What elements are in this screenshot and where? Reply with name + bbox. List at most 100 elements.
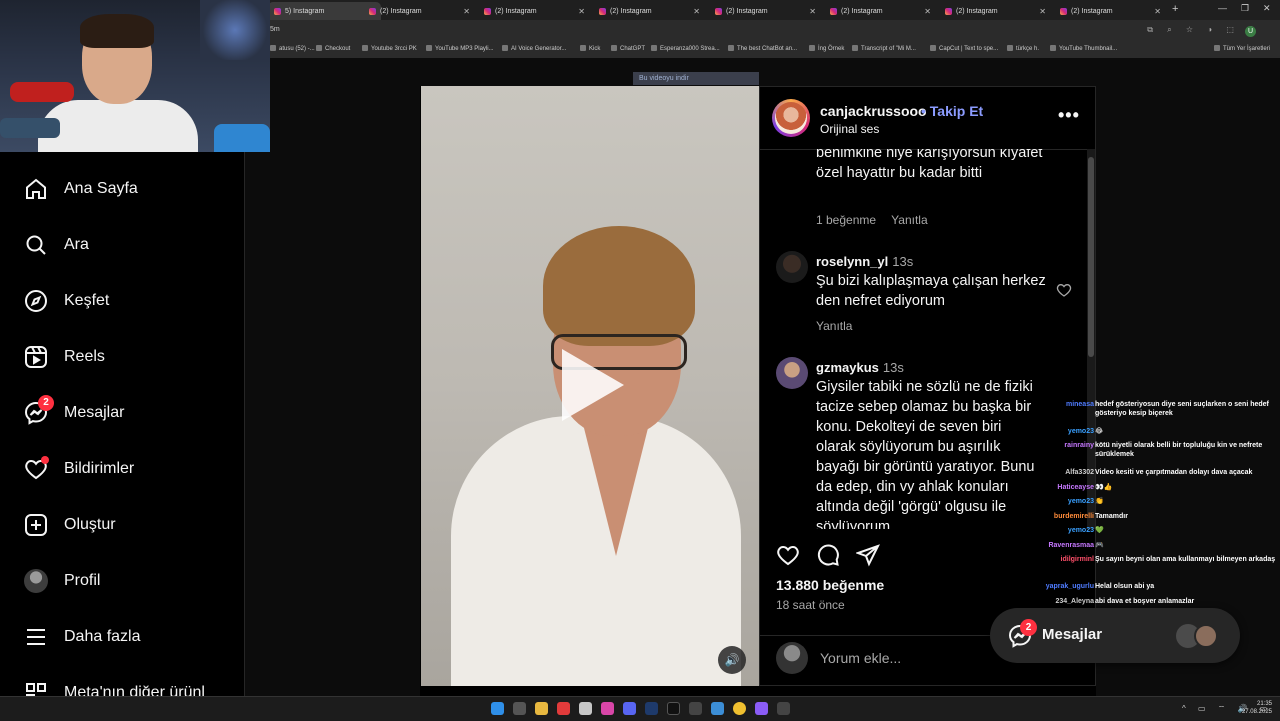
like-icon[interactable] [776, 543, 800, 567]
bookmark[interactable]: Youtube 3rcci PK [362, 45, 417, 52]
file-explorer-icon[interactable] [535, 702, 548, 715]
browser-tab[interactable]: (2) Instagram ✕ [939, 2, 1052, 20]
messages-button[interactable]: 2 Mesajlar [990, 608, 1240, 663]
app-icon[interactable] [601, 702, 614, 715]
app-icon[interactable] [777, 702, 790, 715]
avatar[interactable] [776, 357, 808, 389]
play-icon[interactable] [562, 349, 624, 421]
bookmark[interactable]: Kick [580, 45, 600, 52]
browser-tab[interactable]: (2) Instagram ✕ [709, 2, 822, 20]
compass-icon [24, 289, 48, 313]
download-video-banner[interactable]: Bu videoyu indir [633, 72, 759, 85]
instagram-icon [274, 7, 281, 15]
close-icon[interactable]: ✕ [578, 7, 585, 16]
chat-text: 👏 [1095, 498, 1104, 505]
chrome-icon[interactable] [733, 702, 746, 715]
like-comment-icon[interactable] [1056, 282, 1072, 298]
close-icon[interactable]: ✕ [809, 7, 816, 16]
browser-tab[interactable]: (2) Instagram ✕ [1054, 2, 1167, 20]
avatar[interactable] [776, 251, 808, 283]
bookmark[interactable]: İng Örnek [809, 45, 844, 52]
bookmark[interactable]: CapCut | Text to spe... [930, 45, 998, 52]
avatar [24, 569, 48, 593]
chat-text: 👀👍 [1095, 484, 1113, 491]
nav-item-more[interactable]: Daha fazla [24, 622, 141, 652]
maximize-icon[interactable]: ❐ [1241, 3, 1249, 14]
bookmark[interactable]: AI Voice Generator... [502, 45, 566, 52]
tiktok-icon[interactable] [667, 702, 680, 715]
toolbar-icons[interactable]: ⧉ ⌕ ☆ ◑ ⬚ ⚲ [1147, 25, 1260, 35]
comment-username[interactable]: roselynn_yl 13s [816, 254, 913, 269]
close-icon[interactable]: ✕ [463, 7, 470, 16]
nav-item-messages[interactable]: 2 Mesajlar [24, 395, 124, 428]
chat-text: Video kesiti ve çarpıtmadan dolayı dava … [1095, 469, 1253, 476]
windows-taskbar: ^ ▭ ⌔ 🔊 ▭ 21:35 27.08.2025 [0, 696, 1280, 721]
nav-item-home[interactable]: Ana Sayfa [24, 174, 138, 204]
app-icon[interactable] [755, 702, 768, 715]
windows-start-icon[interactable] [491, 702, 504, 715]
app-icon[interactable] [645, 702, 658, 715]
menu-icon [24, 625, 48, 649]
reply-button[interactable]: Yanıtla [891, 213, 927, 227]
post-timestamp: 18 saat önce [776, 598, 845, 612]
microphone [10, 82, 74, 102]
follow-button[interactable]: • Takip Et [921, 103, 983, 119]
comment-text: Giysiler tabiki ne sözlü ne de fiziki ta… [816, 379, 1035, 529]
browser-profile-avatar[interactable]: U [1245, 26, 1256, 37]
nav-item-search[interactable]: Ara [24, 230, 89, 260]
bookmark[interactable]: türkçe h. [1007, 45, 1039, 52]
app-icon[interactable] [557, 702, 570, 715]
messenger-icon: 2 [24, 395, 54, 425]
share-icon[interactable] [856, 543, 880, 567]
bookmark[interactable]: The best ChatBot an... [728, 45, 797, 52]
avatar[interactable] [772, 99, 810, 137]
nav-item-reels[interactable]: Reels [24, 342, 105, 372]
browser-tab[interactable]: (2) Instagram ✕ [363, 2, 476, 20]
avatar [776, 642, 808, 674]
app-icon[interactable] [689, 702, 702, 715]
bookmark[interactable]: atusu (52) -... [270, 45, 315, 52]
browser-tab[interactable]: (2) Instagram ✕ [478, 2, 591, 20]
task-view-icon[interactable] [513, 702, 526, 715]
close-icon[interactable]: ✕ [693, 7, 700, 16]
comment-username[interactable]: gzmaykus 13s [816, 360, 904, 375]
volume-icon[interactable]: 🔊 [718, 646, 746, 674]
chat-username: mineasa [1065, 401, 1094, 408]
browser-tab[interactable]: (2) Instagram ✕ [593, 2, 706, 20]
taskbar-clock[interactable]: 21:35 27.08.2025 [1232, 700, 1272, 716]
close-icon[interactable]: ✕ [924, 7, 931, 16]
bookmark[interactable]: Esperanza000 Strea... [651, 45, 720, 52]
bookmark[interactable]: ChatGPT [611, 45, 645, 52]
comment-input[interactable]: Yorum ekle... [820, 650, 901, 666]
audio-label[interactable]: Orijinal ses [820, 122, 879, 136]
browser-tab[interactable]: (2) Instagram ✕ [824, 2, 937, 20]
close-window-icon[interactable]: ✕ [1263, 3, 1271, 14]
instagram-sidebar: Ana Sayfa Ara Keşfet Reels 2 Mesajlar Bi… [0, 152, 245, 703]
bookmark[interactable]: YouTube Thumbnail... [1050, 45, 1117, 52]
app-icon[interactable] [711, 702, 724, 715]
bookmark[interactable]: YouTube MP3 Playli... [426, 45, 494, 52]
comment-icon[interactable] [816, 543, 840, 567]
comment-meta: Yanıtla [816, 319, 864, 333]
bookmark-all[interactable]: Tüm Yer İşaretleri [1214, 45, 1270, 52]
nav-item-explore[interactable]: Keşfet [24, 286, 109, 316]
reply-button[interactable]: Yanıtla [816, 319, 852, 333]
nav-item-create[interactable]: Oluştur [24, 510, 116, 540]
bookmark[interactable]: Checkout [316, 45, 350, 52]
new-tab-icon[interactable]: + [1172, 3, 1178, 15]
close-icon[interactable]: ✕ [1154, 7, 1161, 16]
minimize-icon[interactable]: — [1218, 3, 1227, 13]
app-icon[interactable] [579, 702, 592, 715]
like-count[interactable]: 13.880 beğenme [776, 577, 884, 593]
nav-item-profile[interactable]: Profil [24, 566, 100, 596]
discord-icon[interactable] [623, 702, 636, 715]
post-username[interactable]: canjackrussooo [820, 103, 927, 119]
bookmark[interactable]: Transcript of "Mi M... [852, 45, 916, 52]
close-icon[interactable]: ✕ [1039, 7, 1046, 16]
chat-text: Şu sayın beyni olan ama kullanmayı bilme… [1095, 556, 1276, 563]
comment-likes[interactable]: 1 beğenme [816, 213, 876, 227]
reel-video[interactable]: 🔊 [421, 86, 759, 686]
nav-item-notifications[interactable]: Bildirimler [24, 454, 134, 484]
more-options-icon[interactable]: ••• [1058, 105, 1080, 126]
page-background [244, 58, 420, 696]
